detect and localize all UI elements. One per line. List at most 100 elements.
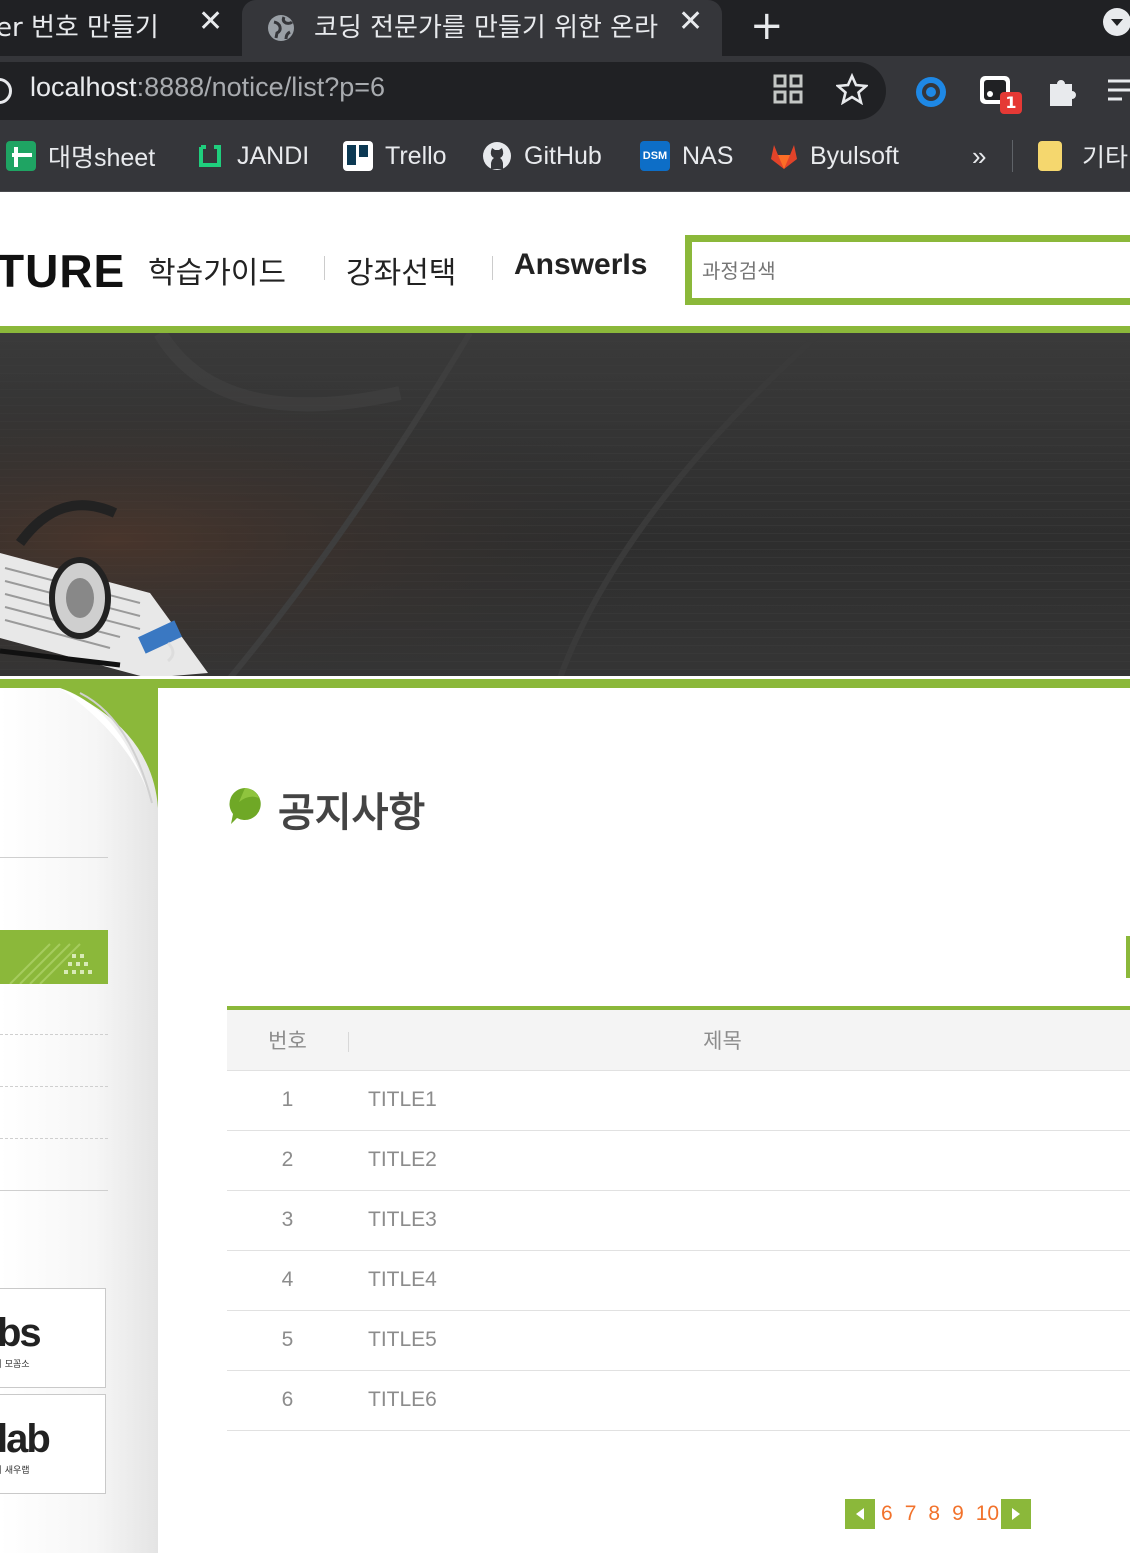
course-search-input[interactable]	[702, 256, 1122, 286]
sidebar-divider	[0, 1190, 108, 1191]
prev-page-button[interactable]	[845, 1499, 875, 1529]
row-title-link[interactable]: TITLE3	[348, 1190, 1130, 1251]
nav-item-guide[interactable]: 학습가이드	[148, 248, 286, 292]
bookmark-star-icon[interactable]	[834, 72, 870, 106]
page-curl-decoration	[60, 688, 158, 808]
banner-sub-text: 뉴렉처 새우랩	[0, 1466, 30, 1476]
nav-item-answeris[interactable]: AnswerIs	[514, 248, 647, 282]
row-title-link[interactable]: TITLE6	[348, 1370, 1130, 1431]
column-header-title: 제목	[348, 1006, 1130, 1071]
bookmark-label: NAS	[682, 141, 734, 170]
table-row[interactable]: 3 TITLE3	[227, 1190, 1130, 1251]
bookmark-separator	[1012, 140, 1013, 172]
headphones-document-image	[0, 483, 220, 678]
qr-code-icon[interactable]	[772, 73, 804, 105]
bookmark-item[interactable]: JANDI	[195, 138, 309, 174]
table-row[interactable]: 6 TITLE6	[227, 1370, 1130, 1431]
github-icon	[482, 141, 512, 171]
tab-title: er 번호 만들기	[0, 13, 159, 43]
row-number: 5	[227, 1310, 348, 1371]
row-title-link[interactable]: TITLE1	[348, 1070, 1130, 1131]
sheets-icon	[6, 141, 36, 171]
row-number: 2	[227, 1130, 348, 1191]
visual-banner	[0, 333, 1130, 678]
extensions-puzzle-icon[interactable]	[1044, 74, 1078, 108]
bookmark-label: GitHub	[524, 141, 602, 170]
bookmark-item[interactable]: GitHub	[482, 138, 602, 174]
table-row[interactable]: 2 TITLE2	[227, 1130, 1130, 1191]
search-form-edge	[1126, 936, 1130, 978]
trello-icon	[343, 141, 373, 171]
site-logo[interactable]: TURE	[0, 244, 125, 298]
gitlab-icon	[768, 141, 798, 171]
page-link[interactable]: 8	[922, 1499, 946, 1529]
header-label: 번호	[268, 1028, 307, 1053]
sidebar-divider	[0, 1086, 108, 1087]
sidebar-item-active[interactable]	[0, 930, 108, 984]
extension-badge: 1	[1000, 92, 1022, 114]
column-header-number: 번호	[227, 1006, 348, 1071]
browser-tab-bar: er 번호 만들기 ✕ 코딩 전문가를 만들기 위한 온라 ✕ +	[0, 0, 1130, 56]
close-tab-icon[interactable]: ✕	[198, 4, 223, 39]
sidebar-divider	[0, 1138, 108, 1139]
browser-tab[interactable]: er 번호 만들기 ✕	[0, 0, 240, 56]
tab-title: 코딩 전문가를 만들기 위한 온라	[314, 13, 659, 43]
row-number: 1	[227, 1070, 348, 1131]
sidebar-banner-ad[interactable]: lab 뉴렉처 새우랩	[0, 1394, 106, 1494]
folder-icon	[1038, 141, 1062, 171]
close-tab-icon[interactable]: ✕	[678, 4, 703, 39]
banner-logo-text: lab	[0, 1417, 51, 1461]
pagination: 6 7 8 9 10	[845, 1498, 1032, 1530]
site-info-icon[interactable]	[0, 78, 12, 104]
header-label: 제목	[703, 1028, 742, 1053]
url-path: :8888/notice/list?p=6	[136, 72, 386, 102]
globe-icon	[266, 13, 296, 43]
reading-list-icon[interactable]	[1106, 78, 1130, 104]
table-header-row: 번호 제목	[227, 1006, 1130, 1071]
title-bullet-icon	[227, 786, 263, 826]
extension-key-icon[interactable]: 1	[978, 72, 1022, 114]
bookmark-label: 대명sheet	[48, 144, 156, 172]
row-title-link[interactable]: TITLE5	[348, 1310, 1130, 1371]
page-link[interactable]: 6	[875, 1499, 899, 1529]
jandi-icon	[195, 141, 225, 171]
browser-tab-active[interactable]: 코딩 전문가를 만들기 위한 온라 ✕	[242, 0, 722, 56]
url-text[interactable]: localhost:8888/notice/list?p=6	[30, 72, 385, 103]
chevron-right-icon	[1012, 1508, 1021, 1520]
row-number: 3	[227, 1190, 348, 1251]
bookmark-label: JANDI	[237, 141, 310, 170]
course-search-box	[685, 235, 1130, 305]
new-tab-button[interactable]: +	[750, 0, 784, 56]
other-bookmarks-folder[interactable]: 기타	[1038, 138, 1128, 174]
chevron-left-icon	[856, 1508, 864, 1520]
extension-blue-icon[interactable]	[914, 75, 948, 109]
url-host: localhost	[30, 72, 137, 102]
bookmark-item[interactable]: Trello	[343, 138, 447, 174]
bookmark-label: Byulsoft	[810, 141, 899, 170]
row-title-link[interactable]: TITLE2	[348, 1130, 1130, 1191]
bookmark-item[interactable]: Byulsoft	[768, 138, 899, 174]
bookmark-label: 기타	[1082, 144, 1129, 172]
table-row[interactable]: 5 TITLE5	[227, 1310, 1130, 1371]
row-title-link[interactable]: TITLE4	[348, 1250, 1130, 1311]
table-row[interactable]: 1 TITLE1	[227, 1070, 1130, 1131]
bookmark-item[interactable]: 대명sheet	[6, 138, 155, 174]
page-link[interactable]: 7	[899, 1499, 923, 1529]
next-page-button[interactable]	[1001, 1499, 1032, 1529]
header-divider	[0, 326, 1130, 333]
notice-table: 번호 제목 1 TITLE1 2 TITLE2 3 TITLE3 4 TITLE4 5T…	[227, 1006, 1130, 1431]
page-link[interactable]: 9	[946, 1499, 970, 1529]
nav-separator	[324, 256, 325, 280]
sidebar-divider	[0, 857, 108, 858]
table-row[interactable]: 4 TITLE4	[227, 1250, 1130, 1311]
page-link[interactable]: 10	[970, 1499, 1001, 1529]
more-bookmarks-button[interactable]: »	[972, 138, 986, 174]
nav-separator	[492, 256, 493, 280]
row-number: 6	[227, 1370, 348, 1431]
tab-search-icon[interactable]	[1102, 7, 1130, 37]
banner-logo-text: bs	[0, 1311, 42, 1355]
bookmark-item[interactable]: DSM NAS	[640, 138, 733, 174]
sidebar-banner-ad[interactable]: bs 뉴렉처 모꼼소	[0, 1288, 106, 1388]
nav-item-courses[interactable]: 강좌선택	[346, 248, 456, 292]
page-title: 공지사항	[278, 790, 426, 836]
